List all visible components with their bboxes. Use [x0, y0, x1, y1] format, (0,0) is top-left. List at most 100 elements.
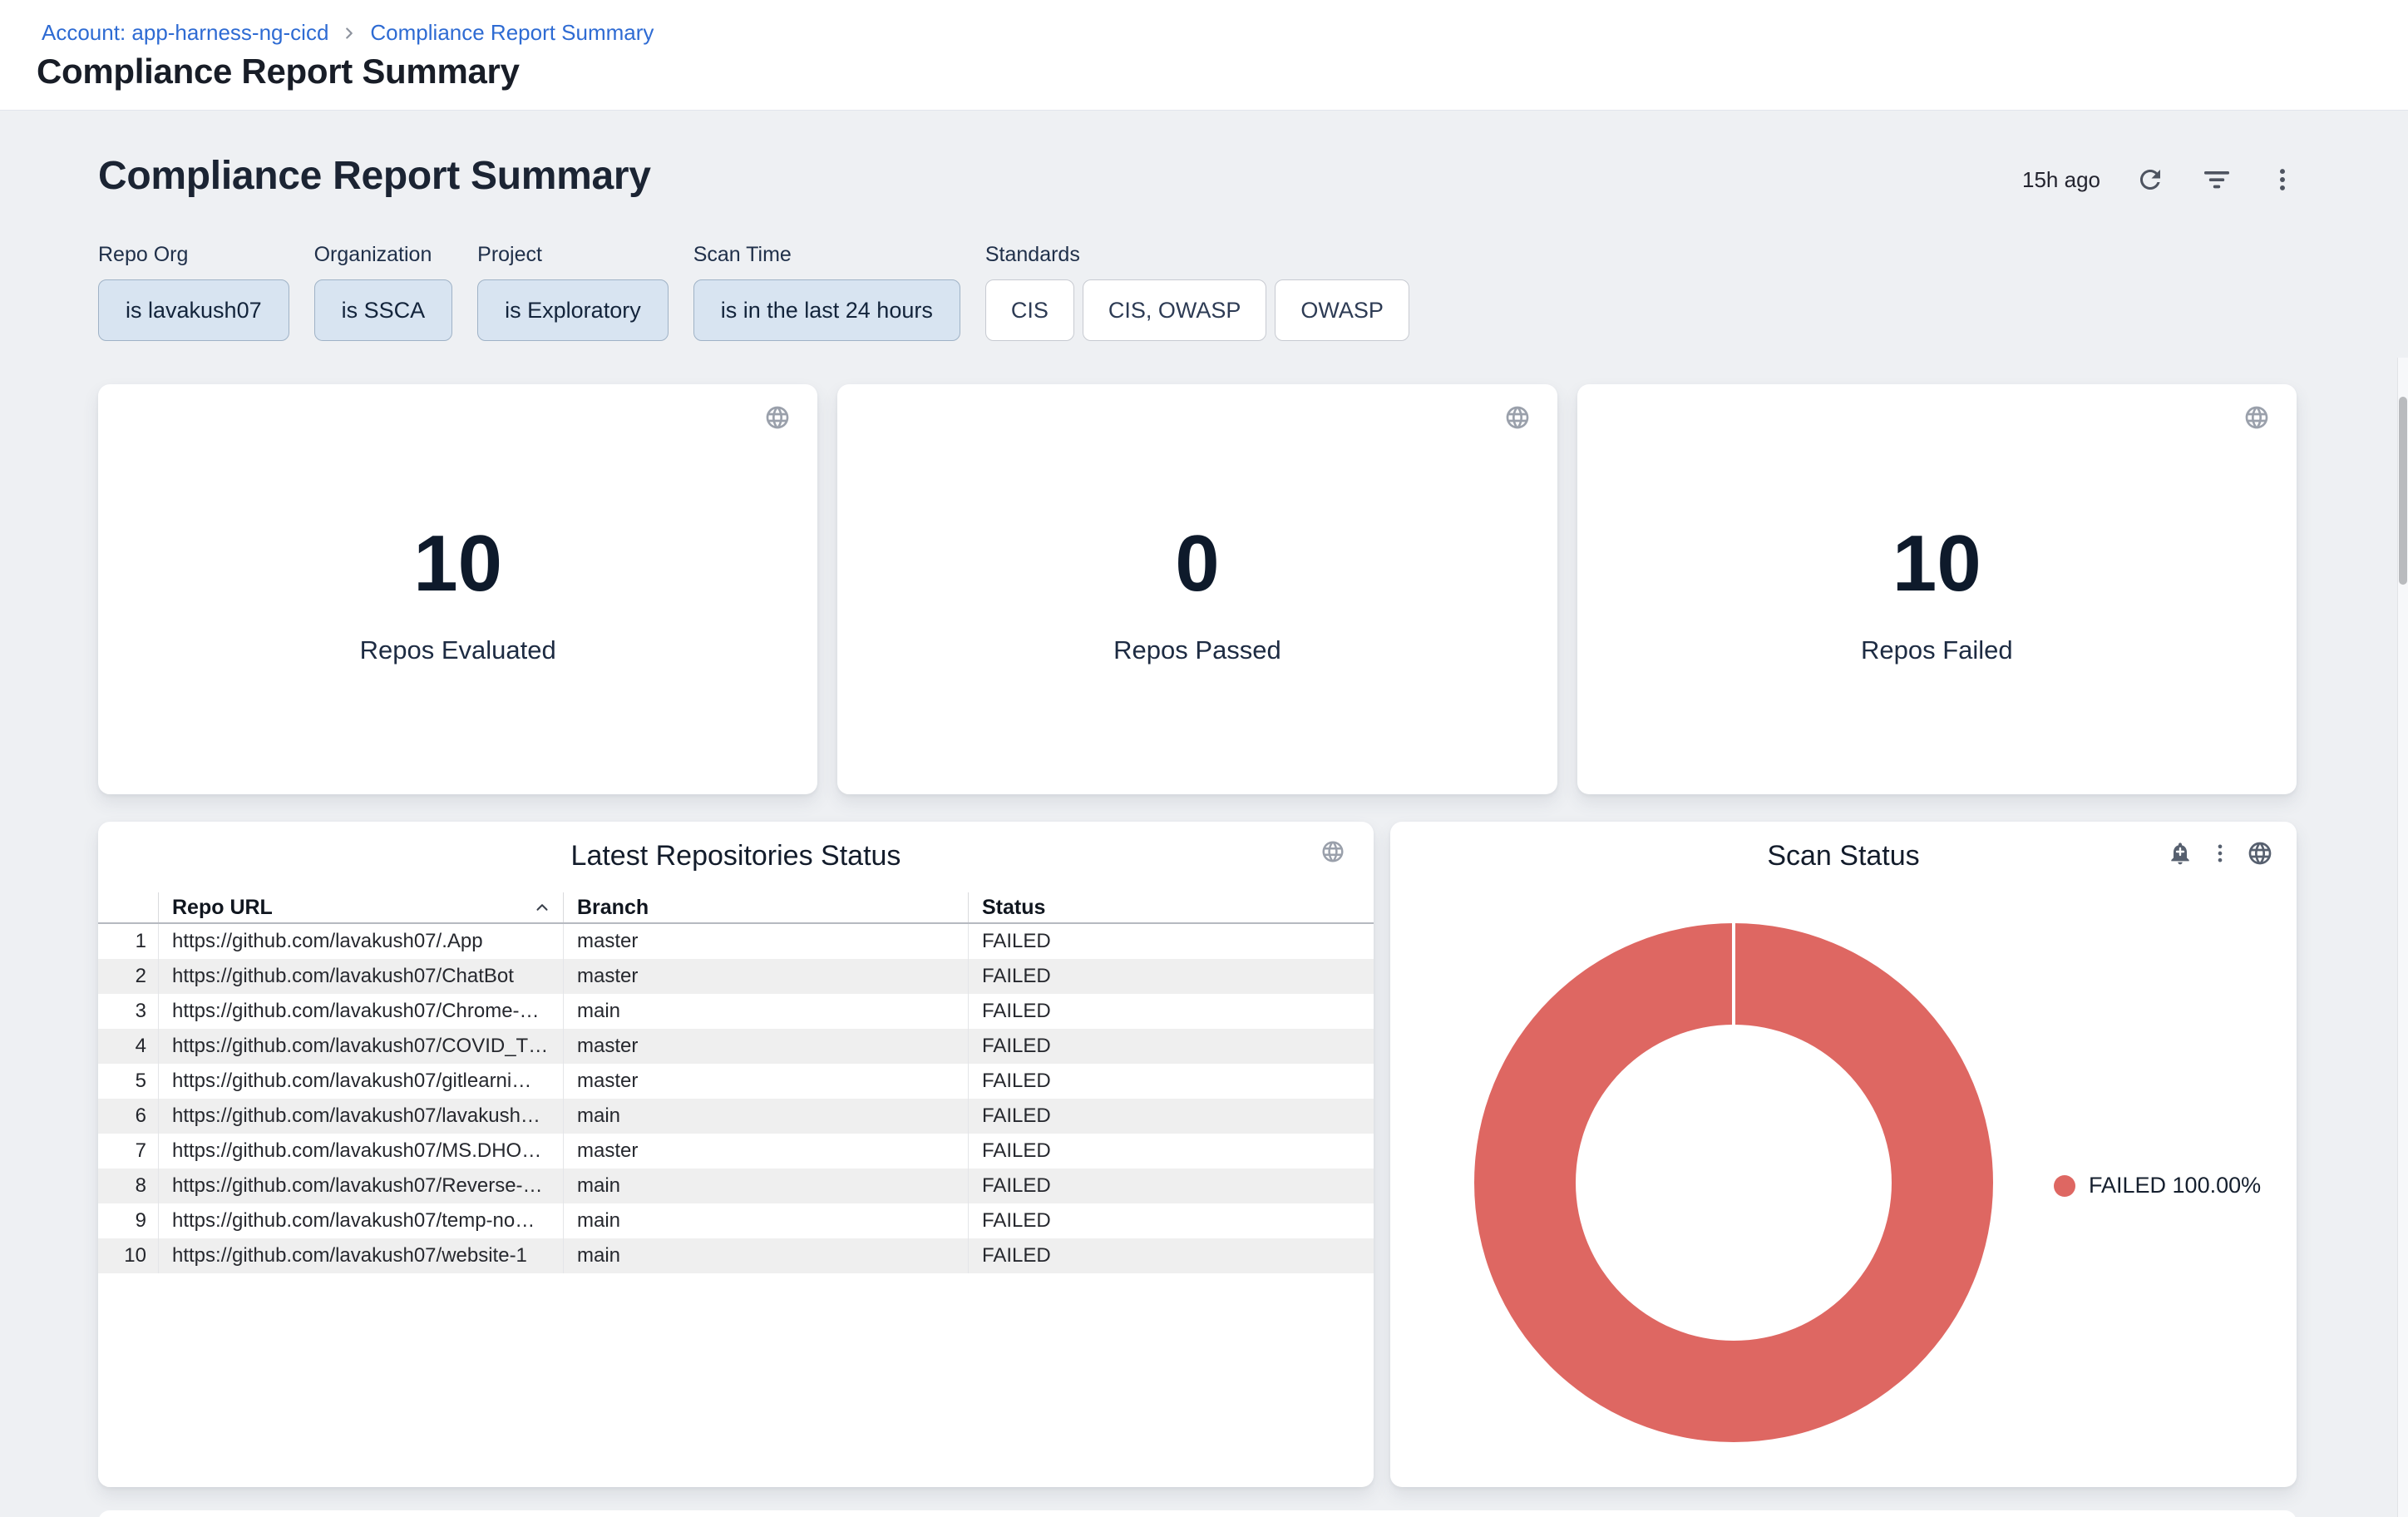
repo-url-cell: https://github.com/lavakush07/MS.DHO… — [158, 1134, 563, 1169]
column-header-repo-url[interactable]: Repo URL — [158, 892, 563, 922]
branch-cell: master — [563, 1029, 968, 1064]
kebab-icon — [2208, 842, 2232, 865]
breadcrumb-account-link[interactable]: Account: app-harness-ng-cicd — [42, 20, 328, 46]
page-title: Compliance Report Summary — [37, 52, 520, 91]
branch-cell: main — [563, 994, 968, 1029]
scan-status-donut-chart — [1474, 923, 1993, 1442]
stat-label: Repos Passed — [1113, 635, 1281, 665]
repo-url-cell: https://github.com/lavakush07/lavakush… — [158, 1099, 563, 1134]
branch-cell: master — [563, 1064, 968, 1099]
scan-status-title: Scan Status — [1390, 840, 2297, 872]
repo-url-cell: https://github.com/lavakush07/Reverse-… — [158, 1169, 563, 1203]
legend-label: FAILED 100.00% — [2089, 1173, 2261, 1198]
filter-group-scan-time: Scan Time is in the last 24 hours — [693, 243, 960, 341]
stat-card-repos-evaluated: 10 Repos Evaluated — [98, 384, 817, 794]
globe-icon[interactable] — [2243, 404, 2270, 431]
stat-value: 10 — [413, 524, 502, 604]
column-header-label: Branch — [577, 896, 649, 920]
filter-chip-scan-time[interactable]: is in the last 24 hours — [693, 279, 960, 341]
stat-label: Repos Evaluated — [360, 635, 556, 665]
breadcrumb-current-link[interactable]: Compliance Report Summary — [370, 20, 654, 46]
filter-chip-project[interactable]: is Exploratory — [477, 279, 669, 341]
globe-icon[interactable] — [1504, 404, 1531, 431]
row-index-cell: 2 — [98, 959, 158, 994]
filter-icon — [2200, 163, 2233, 196]
alerts-button[interactable] — [2167, 840, 2193, 867]
status-cell: FAILED — [968, 1029, 1374, 1064]
filter-group-project: Project is Exploratory — [477, 243, 669, 341]
dashboard-title: Compliance Report Summary — [98, 153, 651, 199]
chevron-right-icon — [340, 24, 358, 42]
branch-cell: master — [563, 924, 968, 959]
row-index-cell: 5 — [98, 1064, 158, 1099]
repo-url-cell: https://github.com/lavakush07/temp-no… — [158, 1203, 563, 1238]
row-index-cell: 4 — [98, 1029, 158, 1064]
globe-icon[interactable] — [1320, 839, 1345, 864]
repo-url-cell: https://github.com/lavakush07/ChatBot — [158, 959, 563, 994]
row-index-cell: 3 — [98, 994, 158, 1029]
scan-status-card: Scan Status FAILED 100.00% — [1390, 822, 2297, 1487]
refresh-button[interactable] — [2135, 165, 2165, 195]
filter-button[interactable] — [2200, 163, 2233, 196]
column-header-status[interactable]: Status — [968, 892, 1374, 922]
stat-card-repos-failed: 10 Repos Failed — [1577, 384, 2297, 794]
status-cell: FAILED — [968, 1203, 1374, 1238]
status-cell: FAILED — [968, 924, 1374, 959]
standard-option-cis[interactable]: CIS — [985, 279, 1074, 341]
table-row[interactable]: 9https://github.com/lavakush07/temp-no…m… — [98, 1203, 1374, 1238]
table-row[interactable]: 4https://github.com/lavakush07/COVID_T…m… — [98, 1029, 1374, 1064]
repo-url-cell: https://github.com/lavakush07/website-1 — [158, 1238, 563, 1273]
row-index-cell: 8 — [98, 1169, 158, 1203]
table-row[interactable]: 5https://github.com/lavakush07/gitlearni… — [98, 1064, 1374, 1099]
legend-dot — [2054, 1175, 2075, 1197]
branch-cell: main — [563, 1203, 968, 1238]
standard-option-owasp[interactable]: OWASP — [1275, 279, 1409, 341]
dashboard-more-button[interactable] — [2268, 166, 2297, 194]
globe-icon[interactable] — [2247, 840, 2273, 867]
table-row[interactable]: 2https://github.com/lavakush07/ChatBotma… — [98, 959, 1374, 994]
scrollbar-thumb[interactable] — [2399, 397, 2407, 585]
stat-card-repos-passed: 0 Repos Passed — [837, 384, 1557, 794]
branch-cell: master — [563, 1134, 968, 1169]
kebab-icon — [2268, 166, 2297, 194]
status-cell: FAILED — [968, 1064, 1374, 1099]
stat-label: Repos Failed — [1861, 635, 2013, 665]
donut-hole — [1576, 1025, 1892, 1341]
filter-label: Organization — [314, 243, 453, 267]
repo-url-cell: https://github.com/lavakush07/gitlearni… — [158, 1064, 563, 1099]
sort-ascending-icon — [533, 898, 551, 917]
filter-group-standards: Standards CIS CIS, OWASP OWASP — [985, 243, 1409, 341]
scan-card-controls — [2167, 840, 2273, 867]
globe-icon[interactable] — [764, 404, 791, 431]
filter-group-organization: Organization is SSCA — [314, 243, 453, 341]
table-row[interactable]: 8https://github.com/lavakush07/Reverse-…… — [98, 1169, 1374, 1203]
stat-cards-row: 10 Repos Evaluated 0 Repos Passed 10 Rep… — [98, 384, 2297, 794]
repositories-table: Repo URL Branch Status 1https://github.c… — [98, 892, 1374, 1273]
legend-item-failed[interactable]: FAILED 100.00% — [2054, 1173, 2261, 1198]
filter-label: Scan Time — [693, 243, 960, 267]
filter-chip-repo-org[interactable]: is lavakush07 — [98, 279, 289, 341]
row-index-cell: 9 — [98, 1203, 158, 1238]
filters-bar: Repo Org is lavakush07 Organization is S… — [98, 243, 1409, 341]
tile-more-button[interactable] — [2208, 842, 2232, 865]
standard-option-cis-owasp[interactable]: CIS, OWASP — [1083, 279, 1267, 341]
row-index-cell: 10 — [98, 1238, 158, 1273]
row-index-cell: 1 — [98, 924, 158, 959]
status-cell: FAILED — [968, 1238, 1374, 1273]
bell-plus-icon — [2167, 840, 2193, 867]
table-row[interactable]: 3https://github.com/lavakush07/Chrome-…m… — [98, 994, 1374, 1029]
table-row[interactable]: 7https://github.com/lavakush07/MS.DHO…ma… — [98, 1134, 1374, 1169]
table-row[interactable]: 6https://github.com/lavakush07/lavakush…… — [98, 1099, 1374, 1134]
last-refreshed-label: 15h ago — [2022, 167, 2100, 193]
table-row[interactable]: 10https://github.com/lavakush07/website-… — [98, 1238, 1374, 1273]
branch-cell: main — [563, 1238, 968, 1273]
table-row[interactable]: 1https://github.com/lavakush07/.Appmaste… — [98, 924, 1374, 959]
row-index-header — [98, 892, 158, 922]
filter-group-repo-org: Repo Org is lavakush07 — [98, 243, 289, 341]
app-header: Account: app-harness-ng-cicd Compliance … — [0, 0, 2408, 111]
column-header-branch[interactable]: Branch — [563, 892, 968, 922]
filter-chip-organization[interactable]: is SSCA — [314, 279, 453, 341]
scrollbar-track[interactable] — [2397, 358, 2408, 1517]
repo-url-cell: https://github.com/lavakush07/Chrome-… — [158, 994, 563, 1029]
branch-cell: main — [563, 1169, 968, 1203]
